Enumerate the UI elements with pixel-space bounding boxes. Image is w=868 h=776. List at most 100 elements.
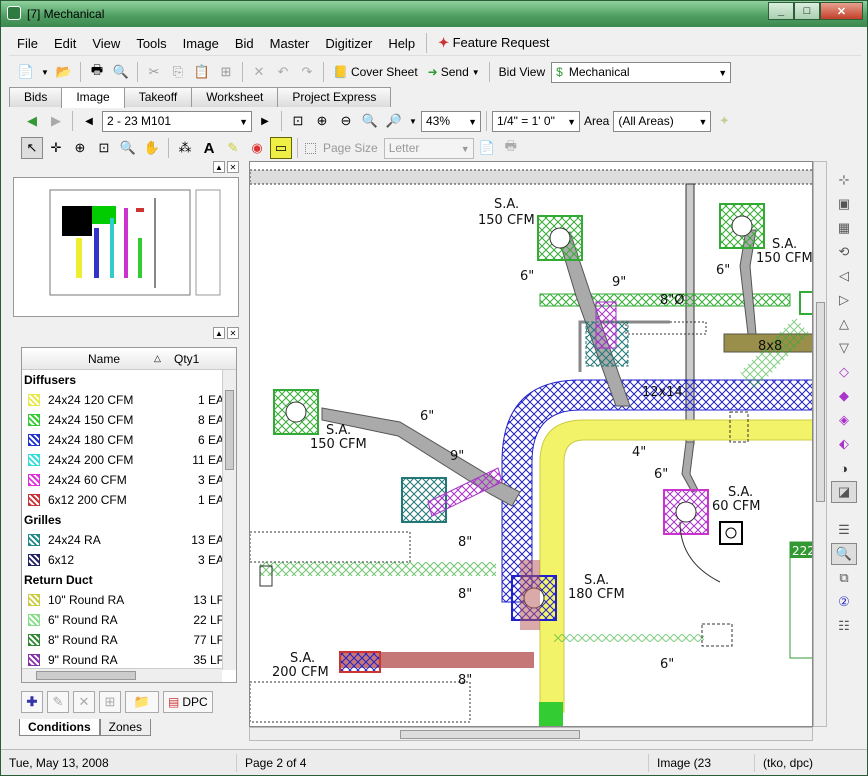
page-select[interactable]: 2 - 23 M101 ▼ (102, 110, 252, 132)
list-vertical-scrollbar[interactable] (222, 370, 236, 670)
menu-feature-request[interactable]: ✦ Feature Request (430, 35, 557, 51)
shape-paste-icon[interactable]: ◆ (831, 385, 857, 407)
zoom-actual-icon[interactable]: 🔍 (359, 110, 381, 132)
zoom-select[interactable]: 43% ▼ (421, 110, 481, 132)
pointer-icon[interactable]: ↖ (21, 137, 43, 159)
open-folder-icon[interactable]: 📂 (53, 61, 75, 83)
menu-help[interactable]: Help (380, 36, 423, 51)
delete-condition-icon[interactable]: ✕ (73, 691, 95, 713)
tab-image[interactable]: Image (61, 87, 125, 108)
menu-edit[interactable]: Edit (46, 36, 84, 51)
contrast-icon[interactable]: ◑ (831, 457, 857, 479)
shape-cut-icon[interactable]: ⬖ (831, 433, 857, 455)
list-item[interactable]: 24x24 RA 13 EA (22, 530, 236, 550)
print-icon[interactable]: 🖶 (86, 61, 108, 83)
record-icon[interactable]: ◉ (246, 137, 268, 159)
pin-icon[interactable]: ▲ (213, 327, 225, 339)
menu-view[interactable]: View (84, 36, 128, 51)
tab-worksheet[interactable]: Worksheet (191, 87, 279, 107)
close-icon[interactable]: ✕ (227, 327, 239, 339)
add-condition-icon[interactable]: ✚ (21, 691, 43, 713)
column-qty[interactable]: Qty1 (174, 352, 199, 366)
minimize-button[interactable]: _ (768, 2, 794, 20)
list-horizontal-scrollbar[interactable] (22, 668, 222, 682)
auto-count-icon[interactable]: ⁂ (174, 137, 196, 159)
page-size-select[interactable]: Letter ▼ (383, 137, 474, 159)
list-item[interactable]: 6" Round RA 22 LF (22, 610, 236, 630)
align-right-icon[interactable]: ▷ (831, 289, 857, 311)
align-down-icon[interactable]: ▽ (831, 337, 857, 359)
zoom-window-icon[interactable]: ⊡ (93, 137, 115, 159)
cut-icon[interactable]: ✂ (143, 61, 165, 83)
menu-file[interactable]: File (9, 36, 46, 51)
menu-master[interactable]: Master (262, 36, 318, 51)
send-button[interactable]: ➜ Send ▼ (424, 65, 484, 79)
maximize-button[interactable]: □ (794, 2, 820, 20)
list-item[interactable]: 6x12 200 CFM 1 EA (22, 490, 236, 510)
tab-project-express[interactable]: Project Express (277, 87, 392, 107)
align-left-icon[interactable]: ◁ (831, 265, 857, 287)
tab-conditions[interactable]: Conditions (19, 719, 100, 736)
list-group-header[interactable]: Return Duct (22, 570, 236, 590)
list-item[interactable]: 6x12 3 EA (22, 550, 236, 570)
zoom-area-icon[interactable]: 🔍 (117, 137, 139, 159)
scroll-thumb[interactable] (36, 671, 136, 680)
list-view-icon[interactable]: ☰ (831, 519, 857, 541)
list-item[interactable]: 10" Round RA 13 LF (22, 590, 236, 610)
undo-icon[interactable]: ↶ (272, 61, 294, 83)
pan-hand-icon[interactable]: ✋ (141, 137, 163, 159)
pin-icon[interactable]: ▲ (213, 161, 225, 173)
select-nodes-icon[interactable]: ⊹ (831, 169, 857, 191)
close-button[interactable]: ✕ (820, 2, 863, 20)
menu-digitizer[interactable]: Digitizer (317, 36, 380, 51)
menu-bid[interactable]: Bid (227, 36, 262, 51)
page-size-checkbox[interactable] (303, 137, 317, 159)
zoom-dropdown-icon[interactable]: ▼ (407, 110, 419, 132)
paste-special-icon[interactable]: ⊞ (215, 61, 237, 83)
new-dropdown-icon[interactable]: ▼ (39, 61, 51, 83)
details-list-icon[interactable]: ☷ (831, 615, 857, 637)
overlay-icon[interactable]: ⧉ (831, 567, 857, 589)
color-toggle-icon[interactable]: ◪ (831, 481, 857, 503)
list-group-header[interactable]: Grilles (22, 510, 236, 530)
grid-icon[interactable]: ▦ (831, 217, 857, 239)
scroll-thumb[interactable] (400, 730, 580, 739)
zoom-tool-icon[interactable]: ⊕ (69, 137, 91, 159)
overview-thumbnail[interactable] (13, 177, 239, 317)
scale-select[interactable]: 1/4" = 1' 0" ▼ (492, 110, 580, 132)
menu-image[interactable]: Image (175, 36, 227, 51)
previous-page-icon[interactable]: ◀ (78, 110, 100, 132)
forward-icon[interactable]: ▶ (45, 110, 67, 132)
condition-folder-icon[interactable]: 📁 (125, 691, 159, 713)
crosshair-icon[interactable]: ✛ (45, 137, 67, 159)
list-item[interactable]: 24x24 180 CFM 6 EA (22, 430, 236, 450)
layers-icon[interactable]: ▣ (831, 193, 857, 215)
paste-icon[interactable]: 📋 (191, 61, 213, 83)
list-item[interactable]: 24x24 60 CFM 3 EA (22, 470, 236, 490)
drawing-canvas[interactable]: S.A. 150 CFM S.A. 150 CFM S.A. 150 CFM S… (249, 161, 813, 727)
zoom-view-icon[interactable]: 🔍 (831, 543, 857, 565)
note-icon[interactable]: ▭ (270, 137, 292, 159)
tab-takeoff[interactable]: Takeoff (123, 87, 193, 107)
scroll-thumb[interactable] (225, 390, 234, 470)
column-name[interactable]: Name (88, 352, 154, 366)
shape-duplicate-icon[interactable]: ◈ (831, 409, 857, 431)
page-setup-icon[interactable]: 📄 (476, 137, 498, 159)
copy-icon[interactable]: ⎘ (167, 61, 189, 83)
rotate-icon[interactable]: ⟲ (831, 241, 857, 263)
page-two-icon[interactable]: ② (831, 591, 857, 613)
tab-zones[interactable]: Zones (99, 719, 152, 736)
print-preview-icon[interactable]: 🔍 (110, 61, 132, 83)
magic-wand-icon[interactable]: ✦ (713, 110, 735, 132)
edit-condition-icon[interactable]: ✎ (47, 691, 69, 713)
zoom-out-icon[interactable]: ⊖ (335, 110, 357, 132)
list-item[interactable]: 8" Round RA 77 LF (22, 630, 236, 650)
cover-sheet-button[interactable]: 📒 Cover Sheet (329, 65, 422, 79)
shape-copy-icon[interactable]: ◇ (831, 361, 857, 383)
zoom-percent-icon[interactable]: 🔎 (383, 110, 405, 132)
tab-bids[interactable]: Bids (9, 87, 63, 107)
zoom-in-icon[interactable]: ⊕ (311, 110, 333, 132)
next-page-icon[interactable]: ▶ (254, 110, 276, 132)
print-image-icon[interactable]: 🖶 (500, 137, 522, 159)
text-annotation-icon[interactable]: A (198, 137, 220, 159)
